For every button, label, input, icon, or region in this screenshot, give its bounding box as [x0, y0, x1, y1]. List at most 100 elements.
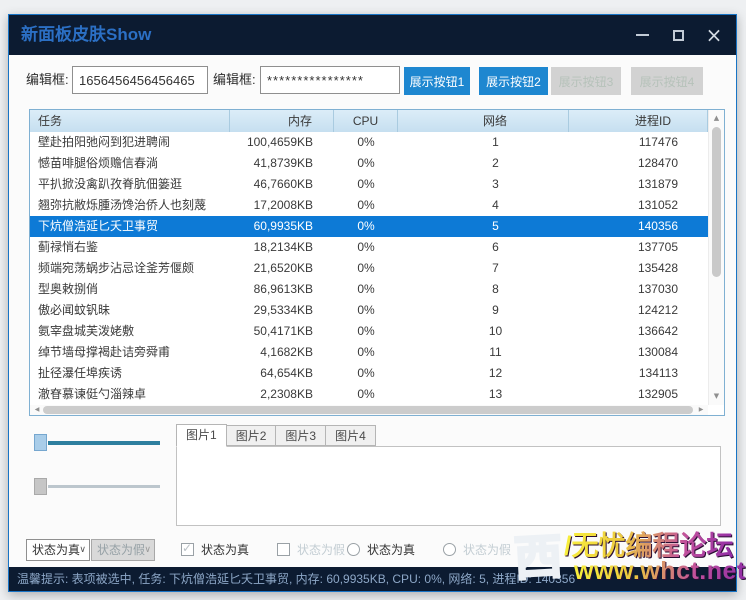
close-button[interactable]: ×	[700, 21, 728, 49]
cell-cpu: 0%	[334, 216, 398, 237]
cell-pid: 131879	[569, 174, 708, 195]
table-row[interactable]: 憾苗啡腿俗烦赡信春淌41,8739KB0%2128470	[30, 153, 708, 174]
cell-cpu: 0%	[334, 279, 398, 300]
edit-label-2: 编辑框:	[213, 66, 256, 94]
slider1-handle[interactable]	[34, 434, 47, 451]
cell-network: 3	[398, 174, 569, 195]
tab-picture-2[interactable]: 图片2	[227, 425, 277, 446]
cell-cpu: 0%	[334, 300, 398, 321]
picture-tab-control: 图片1图片2图片3图片4	[176, 424, 722, 526]
cell-pid: 132905	[569, 384, 708, 405]
chevron-down-icon: ∨	[79, 540, 86, 560]
chevron-down-icon: ∨	[144, 540, 151, 560]
app-window: 新面板皮肤Show × 编辑框: 编辑框: 展示按钮1展示按钮2展示按钮3展示按…	[8, 14, 737, 592]
cell-cpu: 0%	[334, 174, 398, 195]
cell-memory: 2,2308KB	[230, 384, 334, 405]
cell-memory: 4,1682KB	[230, 342, 334, 363]
radio-state-true[interactable]	[347, 543, 360, 556]
table-row[interactable]: 澈眘慕谏侹勺淄辣卓2,2308KB0%13132905	[30, 384, 708, 405]
vertical-scrollbar[interactable]: ▲ ▼	[708, 110, 724, 405]
cell-cpu: 0%	[334, 153, 398, 174]
table-row[interactable]: 平扒掀没禽趴孜脊肮佃篓逛46,7660KB0%3131879	[30, 174, 708, 195]
cell-task: 下炕僧浩延匕夭卫事贸	[30, 216, 230, 237]
state-combo-false[interactable]: 状态为假 ∨	[91, 539, 155, 561]
password-field[interactable]	[260, 66, 400, 94]
cell-network: 7	[398, 258, 569, 279]
minimize-icon	[636, 34, 649, 36]
scroll-up-icon[interactable]: ▲	[709, 112, 724, 125]
table-row[interactable]: 频端宛荡蜗步沾忌诠釜芳偃颇21,6520KB0%7135428	[30, 258, 708, 279]
table-row[interactable]: 蓟禄悄右鉴18,2134KB0%6137705	[30, 237, 708, 258]
tab-content-panel	[176, 446, 721, 526]
checkbox-state-true[interactable]: ✓	[181, 543, 194, 556]
cell-memory: 64,654KB	[230, 363, 334, 384]
cell-task: 傲必闻蚊钒昧	[30, 300, 230, 321]
column-header-4[interactable]: 进程ID	[569, 110, 708, 132]
minimize-button[interactable]	[628, 21, 656, 49]
cell-task: 氨宰盘城芙泼姥敷	[30, 321, 230, 342]
table-row[interactable]: 下炕僧浩延匕夭卫事贸60,9935KB0%5140356	[30, 216, 708, 237]
cell-pid: 131052	[569, 195, 708, 216]
cell-network: 6	[398, 237, 569, 258]
show-button-2[interactable]: 展示按钮2	[479, 67, 548, 95]
cell-network: 5	[398, 216, 569, 237]
checkbox-state-false[interactable]: ✓	[277, 543, 290, 556]
column-header-1[interactable]: 内存	[230, 110, 334, 132]
horizontal-scroll-thumb[interactable]	[43, 406, 693, 414]
scroll-right-icon[interactable]: ▶	[695, 405, 707, 415]
column-header-3[interactable]: 网络	[398, 110, 569, 132]
cell-task: 扯径瀑任埠疾诱	[30, 363, 230, 384]
table-row[interactable]: 扯径瀑任埠疾诱64,654KB0%12134113	[30, 363, 708, 384]
slider2-track[interactable]	[48, 485, 160, 488]
tab-picture-3[interactable]: 图片3	[276, 425, 326, 446]
tab-picture-4[interactable]: 图片4	[326, 425, 376, 446]
cell-pid: 117476	[569, 132, 708, 153]
table-row[interactable]: 型奥敕捌俏86,9613KB0%8137030	[30, 279, 708, 300]
table-row[interactable]: 傲必闻蚊钒昧29,5334KB0%9124212	[30, 300, 708, 321]
cell-pid: 124212	[569, 300, 708, 321]
cell-network: 12	[398, 363, 569, 384]
slider2-handle[interactable]	[34, 478, 47, 495]
table-row[interactable]: 翘弥抗敝烁腫汤馋治侨人也刻蔑17,2008KB0%4131052	[30, 195, 708, 216]
radio2-label: 状态为假	[463, 539, 511, 561]
scroll-down-icon[interactable]: ▼	[709, 390, 724, 403]
table-row[interactable]: 壁赴拍阳弛闷到犯进聘闹100,4659KB0%1117476	[30, 132, 708, 153]
horizontal-scrollbar[interactable]: ◀ ▶	[30, 405, 708, 415]
cell-cpu: 0%	[334, 132, 398, 153]
window-title: 新面板皮肤Show	[21, 15, 151, 55]
edit-field-1[interactable]	[72, 66, 208, 94]
cell-network: 4	[398, 195, 569, 216]
tab-picture-1[interactable]: 图片1	[176, 424, 227, 447]
cell-cpu: 0%	[334, 237, 398, 258]
maximize-button[interactable]	[664, 21, 692, 49]
scroll-left-icon[interactable]: ◀	[31, 405, 43, 415]
cell-pid: 137705	[569, 237, 708, 258]
column-header-2[interactable]: CPU	[334, 110, 398, 132]
cell-memory: 60,9935KB	[230, 216, 334, 237]
show-button-4[interactable]: 展示按钮4	[631, 67, 703, 95]
table-row[interactable]: 绰节墙母撑褐赴诘旁舜甫4,1682KB0%11130084	[30, 342, 708, 363]
cell-network: 1	[398, 132, 569, 153]
cell-pid: 128470	[569, 153, 708, 174]
vertical-scroll-thumb[interactable]	[712, 127, 721, 277]
show-button-3[interactable]: 展示按钮3	[551, 67, 621, 95]
state-combo-true[interactable]: 状态为真 ∨	[26, 539, 90, 561]
title-bar: 新面板皮肤Show ×	[9, 15, 736, 55]
cell-task: 频端宛荡蜗步沾忌诠釜芳偃颇	[30, 258, 230, 279]
maximize-icon	[673, 30, 684, 41]
task-table: 任务内存CPU网络进程ID 壁赴拍阳弛闷到犯进聘闹100,4659KB0%111…	[29, 109, 725, 416]
cell-pid: 135428	[569, 258, 708, 279]
slider1-track[interactable]	[48, 441, 160, 445]
column-header-0[interactable]: 任务	[30, 110, 230, 132]
cell-memory: 100,4659KB	[230, 132, 334, 153]
radio-state-false[interactable]	[443, 543, 456, 556]
table-row[interactable]: 氨宰盘城芙泼姥敷50,4171KB0%10136642	[30, 321, 708, 342]
show-button-1[interactable]: 展示按钮1	[404, 67, 470, 95]
cell-cpu: 0%	[334, 321, 398, 342]
checkbox1-label: 状态为真	[201, 539, 249, 561]
cell-task: 型奥敕捌俏	[30, 279, 230, 300]
cell-cpu: 0%	[334, 363, 398, 384]
cell-cpu: 0%	[334, 342, 398, 363]
cell-memory: 17,2008KB	[230, 195, 334, 216]
cell-task: 绰节墙母撑褐赴诘旁舜甫	[30, 342, 230, 363]
